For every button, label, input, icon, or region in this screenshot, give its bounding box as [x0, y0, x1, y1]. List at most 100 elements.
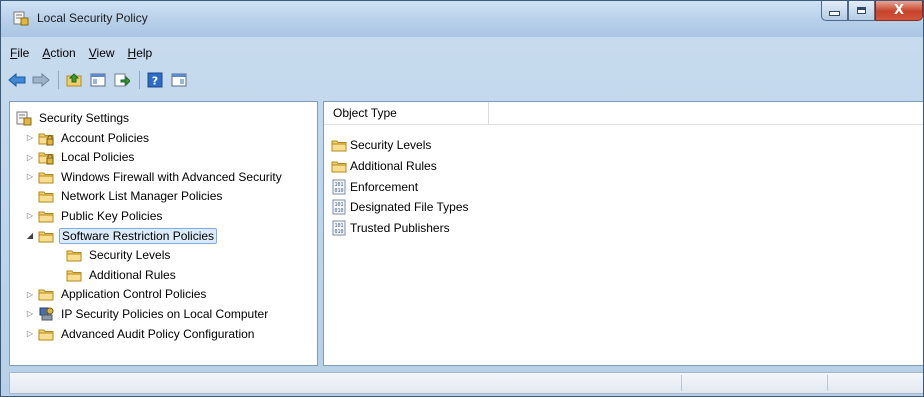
tree-item-software-restriction-policies[interactable]: ◢ Software Restriction Policies — [24, 226, 218, 245]
column-header-object-type[interactable]: Object Type — [324, 102, 489, 124]
tree-item-label: Additional Rules — [89, 267, 176, 282]
maximize-button[interactable] — [848, 1, 875, 21]
content-panes: Security Settings ▷ Account Policies ▷ Loca… — [9, 101, 923, 366]
show-hide-action-pane-button[interactable] — [168, 70, 190, 90]
menu-bar: File Action View Help — [8, 44, 163, 64]
menu-file-label: ile — [17, 46, 30, 60]
svg-text:?: ? — [152, 75, 158, 88]
menu-action[interactable]: Action — [40, 44, 82, 64]
tree-item-application-control-policies[interactable]: ▷ Application Control Policies — [24, 285, 208, 304]
tree-item-local-policies[interactable]: ▷ Local Policies — [24, 148, 136, 167]
folder-icon — [331, 161, 347, 173]
tree-root-label: Security Settings — [39, 110, 130, 125]
close-icon: X — [893, 3, 905, 18]
folder-icon — [38, 191, 54, 203]
list-item-label: Enforcement — [350, 179, 419, 194]
list-item-additional-rules[interactable]: Additional Rules — [331, 156, 437, 176]
forward-arrow-icon — [32, 73, 50, 87]
collapse-arrow-icon[interactable]: ◢ — [24, 230, 36, 242]
console-tree[interactable]: Security Settings ▷ Account Policies ▷ Loca… — [9, 101, 318, 366]
security-policy-app-icon — [13, 11, 29, 26]
tree-item-security-levels[interactable]: Security Levels — [66, 246, 172, 265]
list-item-designated-file-types[interactable]: 101 010 Designated File Types — [331, 197, 469, 217]
forward-button[interactable] — [30, 70, 52, 90]
expand-arrow-icon[interactable]: ▷ — [24, 210, 36, 222]
menu-help-accelerator: H — [127, 46, 137, 60]
svg-text:010: 010 — [334, 229, 343, 235]
up-one-level-button[interactable] — [63, 70, 85, 90]
folder-icon — [331, 140, 347, 152]
up-folder-icon — [66, 73, 82, 87]
tree-item-label: Application Control Policies — [61, 287, 207, 302]
back-arrow-icon — [8, 73, 26, 87]
list-header: Object Type — [324, 102, 923, 125]
tree-item-label: Public Key Policies — [61, 208, 163, 223]
export-list-button[interactable] — [111, 70, 133, 90]
policy-setting-icon: 101010 — [332, 220, 346, 236]
policy-setting-icon: 101010 — [332, 199, 346, 215]
list-item-label: Additional Rules — [350, 158, 437, 173]
menu-action-label: ction — [50, 46, 76, 60]
maximize-icon — [857, 7, 866, 14]
status-bar-divider — [827, 375, 828, 391]
expand-arrow-icon[interactable]: ▷ — [24, 328, 36, 340]
policy-setting-icon: 101010 — [332, 179, 346, 195]
folder-icon — [66, 250, 82, 262]
folder-icon — [38, 289, 54, 301]
help-icon: ? — [147, 72, 163, 88]
tree-item-account-policies[interactable]: ▷ Account Policies — [24, 128, 151, 147]
menu-file[interactable]: File — [8, 44, 36, 64]
tree-root-security-settings[interactable]: Security Settings — [16, 108, 131, 127]
menu-view[interactable]: View — [87, 44, 122, 64]
tree-item-label: Software Restriction Policies — [59, 227, 218, 244]
toolbar-separator — [139, 71, 140, 89]
tree-item-windows-firewall-with-advanced-security[interactable]: ▷ Windows Firewall with Advanced Security — [24, 167, 284, 186]
locked-folder-icon — [38, 133, 54, 145]
menu-view-label: iew — [96, 46, 115, 60]
tree-item-additional-rules[interactable]: Additional Rules — [66, 265, 178, 284]
caption-buttons: X — [821, 1, 923, 23]
tree-item-label: Windows Firewall with Advanced Security — [61, 169, 282, 184]
folder-icon — [38, 172, 54, 184]
list-item-enforcement[interactable]: 101 010 Enforcement — [331, 177, 418, 197]
toolbar: ? — [6, 68, 192, 92]
tree-item-label: Security Levels — [89, 248, 171, 263]
list-item-label: Designated File Types — [350, 200, 469, 215]
title-bar[interactable]: Local Security Policy X — [1, 1, 923, 37]
expand-arrow-icon[interactable]: ▷ — [24, 171, 36, 183]
close-button[interactable]: X — [875, 1, 923, 21]
tree-item-label: Account Policies — [61, 130, 150, 145]
folder-icon — [38, 329, 54, 340]
tree-item-label: Advanced Audit Policy Configuration — [61, 326, 255, 341]
expand-arrow-icon[interactable]: ▷ — [24, 151, 36, 163]
show-hide-console-tree-button[interactable] — [87, 70, 109, 90]
expand-arrow-icon[interactable]: ▷ — [24, 308, 36, 320]
app-window: Local Security Policy X File Action View… — [0, 0, 924, 397]
details-pane[interactable]: Object Type Security Levels Additional Ru… — [323, 101, 923, 366]
list-item-label: Trusted Publishers — [350, 221, 450, 236]
show-hide-console-tree-icon — [90, 73, 106, 87]
tree-item-public-key-policies[interactable]: ▷ Public Key Policies — [24, 206, 164, 225]
back-button[interactable] — [6, 70, 28, 90]
tree-item-label: IP Security Policies on Local Computer — [61, 306, 269, 321]
svg-text:010: 010 — [334, 208, 343, 214]
menu-view-accelerator: V — [88, 46, 97, 60]
tree-item-advanced-audit-policy-configuration[interactable]: ▷ Advanced Audit Policy Configuration — [24, 324, 256, 343]
status-bar-divider — [681, 375, 682, 391]
list-item-label: Security Levels — [350, 138, 432, 152]
folder-icon — [38, 231, 54, 242]
window-title: Local Security Policy — [37, 11, 148, 25]
expander-placeholder — [24, 190, 36, 202]
menu-help-label: elp — [136, 46, 153, 60]
svg-text:010: 010 — [334, 188, 343, 194]
help-button[interactable]: ? — [144, 70, 166, 90]
tree-item-ip-security-policies-on-local-computer[interactable]: ▷ IP Security Policies on Local Computer — [24, 304, 270, 323]
menu-help[interactable]: Help — [126, 44, 160, 64]
list-item-security-levels[interactable]: Security Levels — [331, 135, 431, 155]
tree-item-network-list-manager-policies[interactable]: Network List Manager Policies — [24, 187, 224, 206]
list-item-trusted-publishers[interactable]: 101 010 Trusted Publishers — [331, 218, 450, 238]
expand-arrow-icon[interactable]: ▷ — [24, 132, 36, 144]
export-list-icon — [114, 73, 130, 87]
minimize-button[interactable] — [821, 1, 848, 21]
expand-arrow-icon[interactable]: ▷ — [24, 288, 36, 300]
